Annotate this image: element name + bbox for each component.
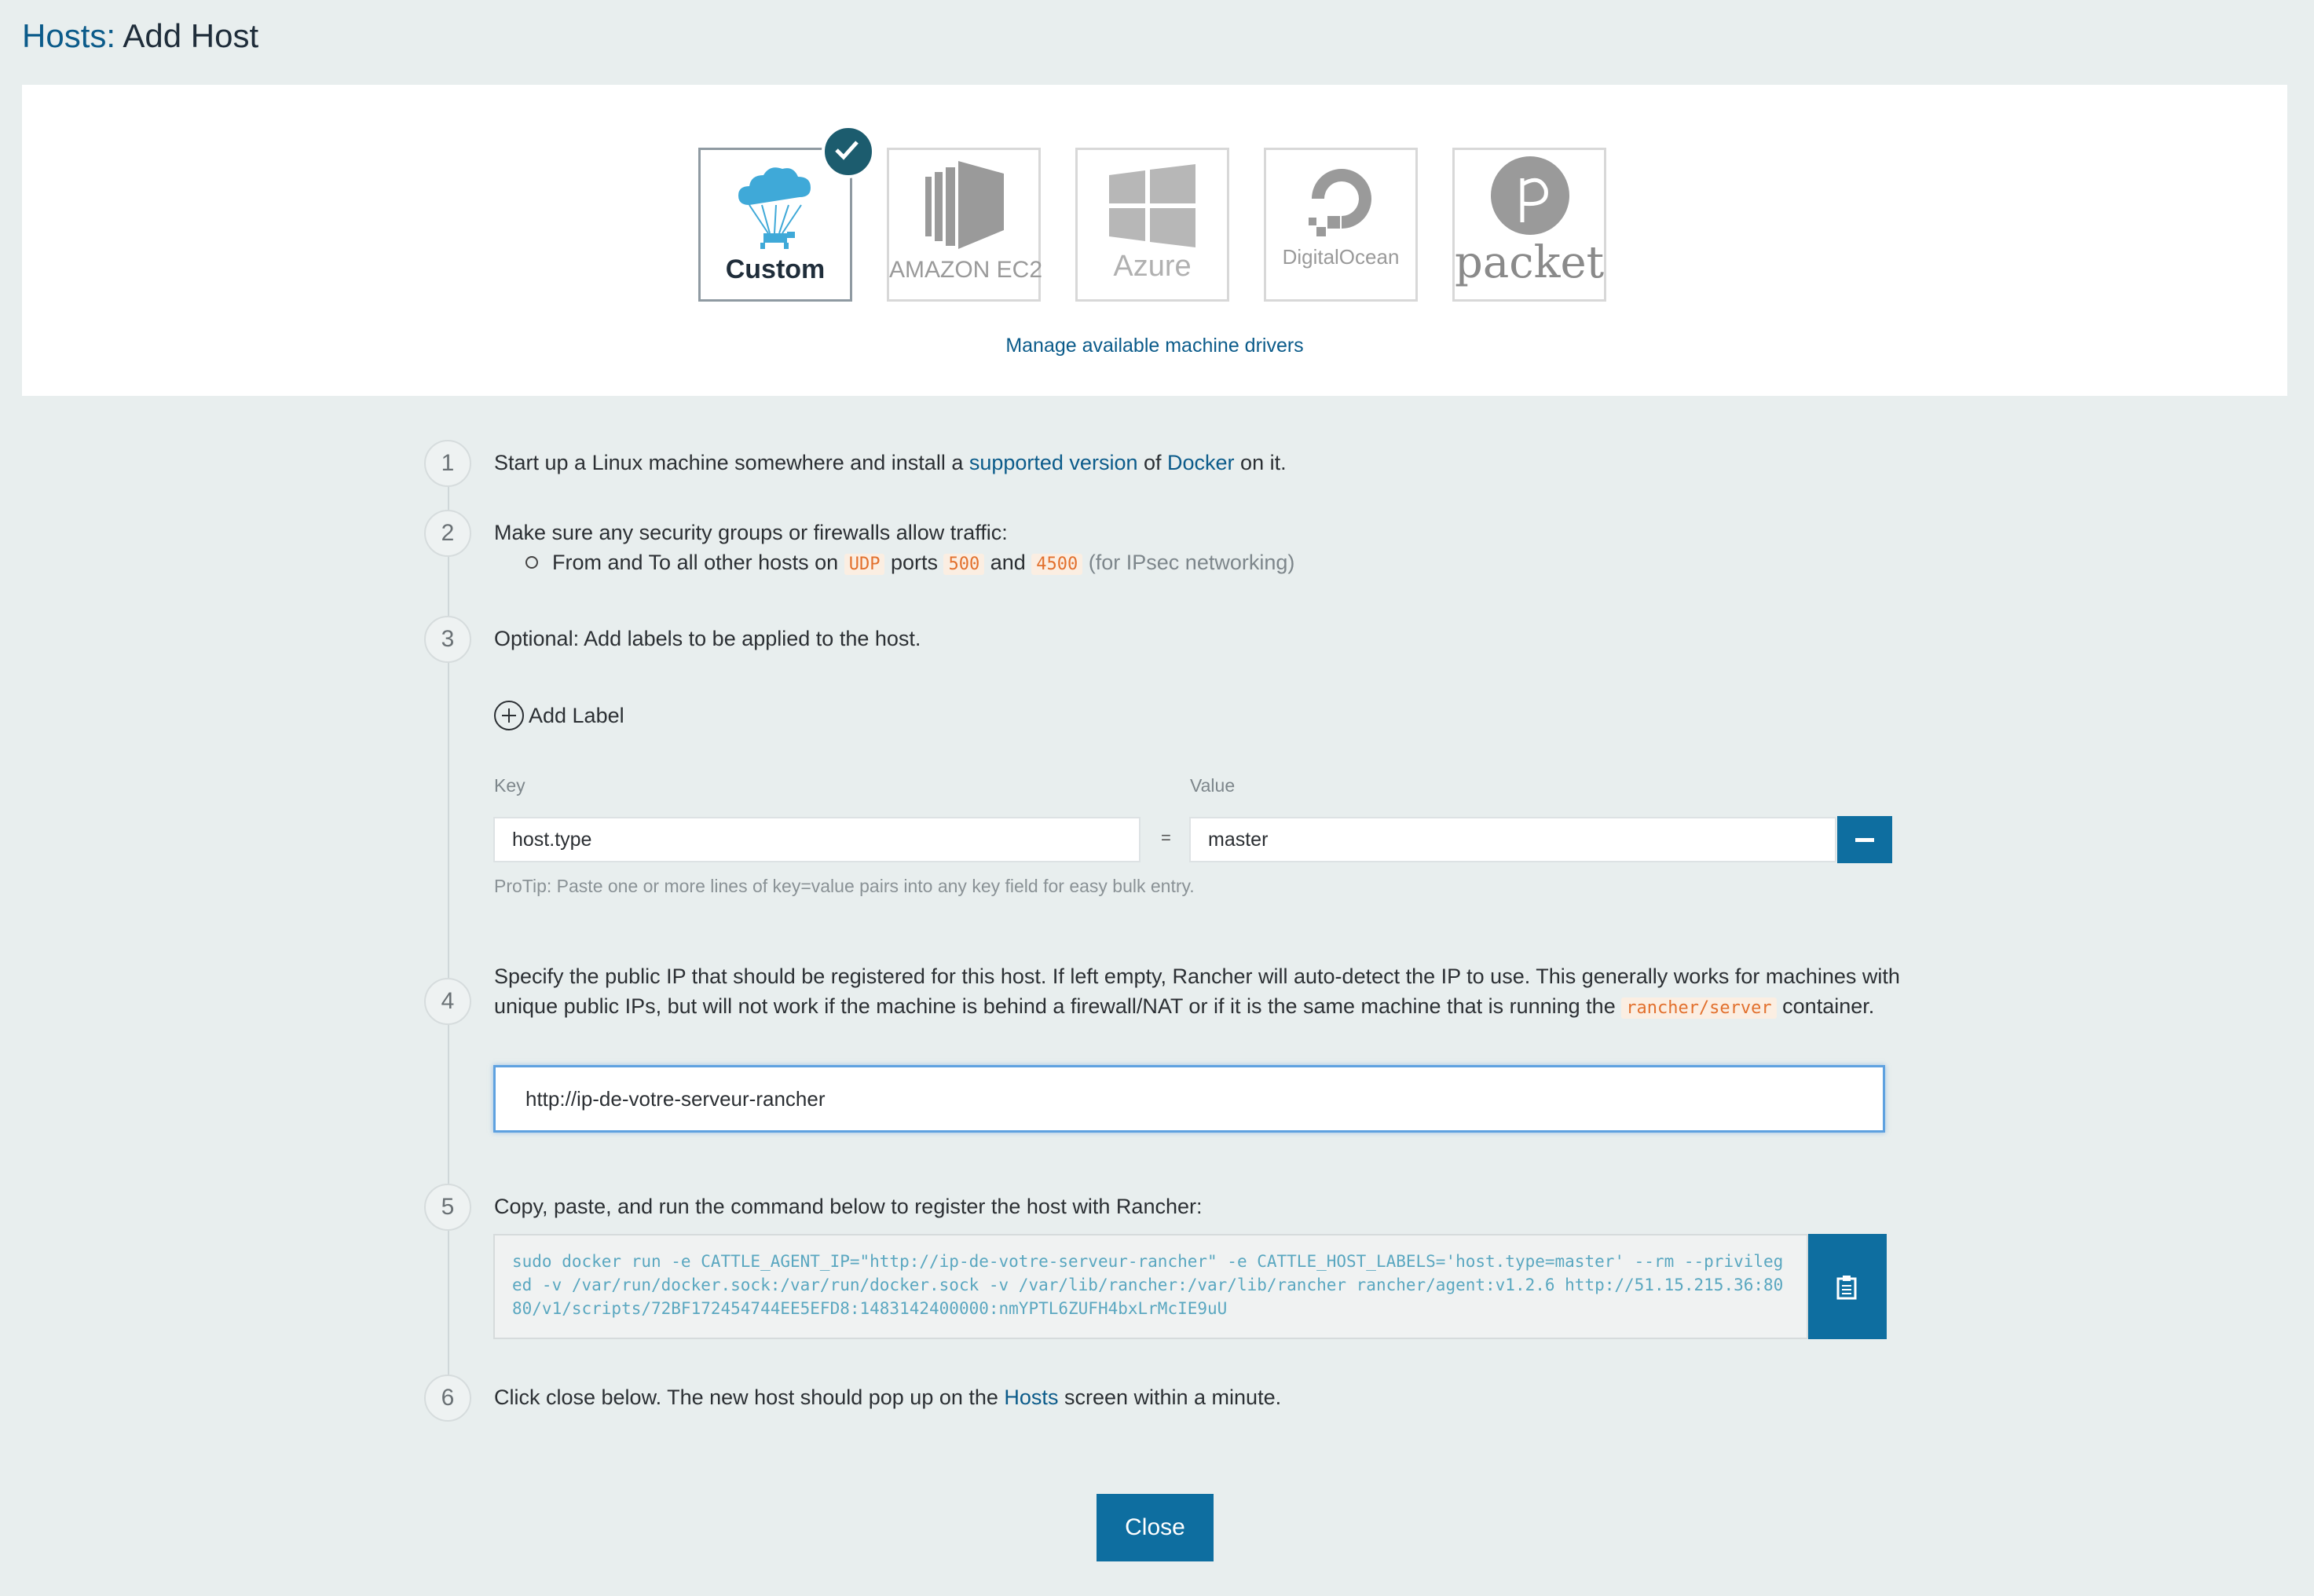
close-button[interactable]: Close [1097,1494,1214,1561]
driver-amazon-ec2[interactable]: AMAZON EC2 [887,148,1043,302]
breadcrumb-hosts[interactable]: Hosts: [22,17,115,54]
bullet-icon [525,555,538,569]
copy-command-button[interactable] [1808,1234,1887,1339]
docker-link[interactable]: Docker [1167,451,1235,474]
driver-label: Custom [725,254,826,284]
manage-drivers-link[interactable]: Manage available machine drivers [22,335,2287,357]
step-3-text: Optional: Add labels to be applied to th… [494,627,921,650]
step-number-6: 6 [424,1375,471,1422]
step-number-2: 2 [424,510,471,557]
public-ip-input[interactable]: http://ip-de-votre-serveur-rancher [493,1065,1885,1133]
step-5-text: Copy, paste, and run the command below t… [494,1195,1203,1218]
driver-label: Azure [1113,250,1192,283]
driver-label: packet [1455,237,1605,288]
steps-connector [448,463,449,1422]
driver-label: AMAZON EC2 [889,257,1043,283]
machine-driver-panel: Custom AMAZON EC2 Azure DigitalOcean pac… [22,85,2287,396]
clipboard-icon [1836,1276,1857,1300]
step-text-part: ports [884,551,944,574]
step-text-part: Start up a Linux machine somewhere and i… [494,451,969,474]
firewall-rule: From and To all other hosts on UDP ports… [525,547,1294,580]
step-text-part: on it. [1234,451,1287,474]
page-title-text: Add Host [123,17,259,54]
driver-azure[interactable]: Azure [1075,148,1229,302]
driver-label: DigitalOcean [1282,245,1400,269]
step-text-part: container. [1776,994,1875,1018]
step-text-part: and [984,551,1032,574]
step-number-1: 1 [424,440,471,487]
step-number-4: 4 [424,978,471,1025]
step-text-part: screen within a minute. [1058,1386,1282,1409]
protocol-code: UDP [844,554,885,575]
equals-sign: = [1161,828,1171,847]
key-column-label: Key [494,775,525,796]
value-column-label: Value [1190,775,1236,796]
step-1-text: Start up a Linux machine somewhere and i… [494,448,1287,478]
supported-version-link[interactable]: supported version [969,451,1138,474]
plus-circle-icon [494,701,524,730]
step-number-3: 3 [424,616,471,663]
label-value-input[interactable]: master [1189,817,1836,862]
port-code: 500 [943,554,985,575]
label-key-input[interactable]: host.type [493,817,1141,862]
remove-label-button[interactable] [1837,816,1892,863]
setup-steps: 1 Start up a Linux machine somewhere and… [424,440,1900,1429]
step-text-part: From and To all other hosts on [552,551,844,574]
driver-packet[interactable]: packet [1452,148,1606,302]
step-6-text: Click close below. The new host should p… [494,1382,1281,1412]
port-code: 4500 [1031,554,1083,575]
step-4-text: Specify the public IP that should be reg… [494,961,1900,1023]
minus-icon [1855,838,1874,842]
add-label-button[interactable]: Add Label [494,701,624,730]
register-command[interactable]: sudo docker run -e CATTLE_AGENT_IP="http… [493,1234,1808,1339]
step-text-part: of [1137,451,1168,474]
step-2-text: Make sure any security groups or firewal… [494,518,1829,575]
step-text-part: Click close below. The new host should p… [494,1386,1005,1409]
step-text-part: Make sure any security groups or firewal… [494,521,1008,544]
step-note: (for IPsec networking) [1082,551,1295,574]
driver-list: Custom AMAZON EC2 Azure DigitalOcean pac… [698,125,1633,305]
add-label-text: Add Label [529,703,624,727]
selected-check-icon [822,125,875,178]
page-title: Hosts: Add Host [22,14,258,58]
digitalocean-icon [1309,169,1371,236]
protip-text: ProTip: Paste one or more lines of key=v… [494,876,1195,896]
rancher-server-code: rancher/server [1621,998,1777,1019]
step-number-5: 5 [424,1184,471,1231]
hosts-link[interactable]: Hosts [1004,1386,1058,1409]
driver-digitalocean[interactable]: DigitalOcean [1264,148,1418,302]
driver-custom[interactable]: Custom [698,125,875,302]
